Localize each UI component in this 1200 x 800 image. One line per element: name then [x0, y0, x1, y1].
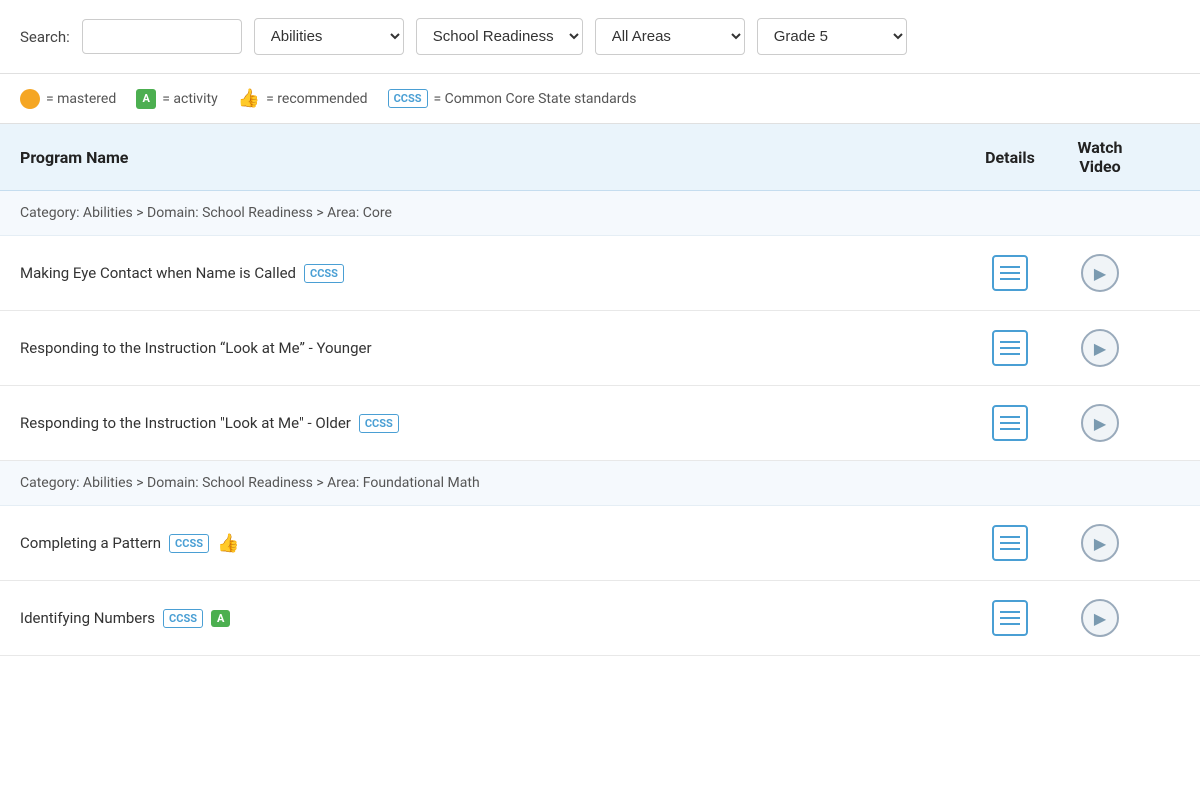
filter-school-readiness[interactable]: School Readiness — [416, 18, 583, 55]
category-row: Category: Abilities > Domain: School Rea… — [0, 191, 1200, 236]
search-label: Search: — [20, 28, 70, 46]
filter-all-areas[interactable]: All Areas — [595, 18, 745, 55]
legend-mastered: = mastered — [20, 89, 116, 109]
mastered-label: = mastered — [46, 91, 116, 107]
recommended-label: = recommended — [266, 91, 367, 107]
table-row: Responding to the Instruction "Look at M… — [0, 386, 1200, 461]
program-name-text: Identifying Numbers — [20, 609, 155, 627]
legend: = mastered A = activity 👍 = recommended … — [0, 74, 1200, 124]
ccss-badge: CCSS — [304, 264, 344, 283]
mastered-icon — [20, 89, 40, 109]
search-bar: Search: Abilities School Readiness All A… — [0, 0, 1200, 74]
program-name: Identifying Numbers CCSS A — [20, 609, 970, 628]
legend-ccss: CCSS = Common Core State standards — [388, 89, 637, 108]
program-name: Responding to the Instruction "Look at M… — [20, 414, 970, 433]
column-program-name: Program Name — [20, 148, 970, 167]
details-icon — [992, 255, 1028, 291]
ccss-badge: CCSS — [359, 414, 399, 433]
ccss-legend-badge: CCSS — [388, 89, 428, 108]
details-button[interactable] — [970, 405, 1050, 441]
details-button[interactable] — [970, 330, 1050, 366]
details-button[interactable] — [970, 255, 1050, 291]
details-icon — [992, 600, 1028, 636]
legend-activity: A = activity — [136, 89, 217, 109]
play-icon: ▶ — [1081, 254, 1119, 292]
legend-recommended: 👍 = recommended — [238, 88, 368, 109]
play-video-button[interactable]: ▶ — [1050, 329, 1150, 367]
activity-label: = activity — [162, 91, 217, 107]
table-body: Category: Abilities > Domain: School Rea… — [0, 191, 1200, 656]
play-video-button[interactable]: ▶ — [1050, 599, 1150, 637]
filter-grade[interactable]: Grade 5 — [757, 18, 907, 55]
play-video-button[interactable]: ▶ — [1050, 254, 1150, 292]
program-name: Responding to the Instruction “Look at M… — [20, 339, 970, 357]
activity-badge: A — [211, 610, 230, 627]
play-icon: ▶ — [1081, 524, 1119, 562]
ccss-full-label: = Common Core State standards — [434, 91, 637, 107]
play-icon: ▶ — [1081, 599, 1119, 637]
column-watch-video: WatchVideo — [1050, 138, 1150, 176]
activity-icon: A — [136, 89, 156, 109]
details-button[interactable] — [970, 600, 1050, 636]
play-icon: ▶ — [1081, 329, 1119, 367]
program-name-text: Completing a Pattern — [20, 534, 161, 552]
ccss-badge: CCSS — [163, 609, 203, 628]
table-row: Identifying Numbers CCSS A ▶ — [0, 581, 1200, 656]
recommended-icon: 👍 — [238, 88, 260, 109]
table-row: Making Eye Contact when Name is Called CC… — [0, 236, 1200, 311]
program-name-text: Responding to the Instruction “Look at M… — [20, 339, 372, 357]
search-input[interactable] — [82, 19, 242, 54]
category-row: Category: Abilities > Domain: School Rea… — [0, 461, 1200, 506]
details-icon — [992, 405, 1028, 441]
program-name-text: Making Eye Contact when Name is Called — [20, 264, 296, 282]
table-row: Responding to the Instruction “Look at M… — [0, 311, 1200, 386]
details-icon — [992, 330, 1028, 366]
details-button[interactable] — [970, 525, 1050, 561]
play-video-button[interactable]: ▶ — [1050, 404, 1150, 442]
filter-abilities[interactable]: Abilities — [254, 18, 404, 55]
play-icon: ▶ — [1081, 404, 1119, 442]
table-row: Completing a Pattern CCSS 👍 ▶ — [0, 506, 1200, 581]
ccss-badge: CCSS — [169, 534, 209, 553]
play-video-button[interactable]: ▶ — [1050, 524, 1150, 562]
program-name: Completing a Pattern CCSS 👍 — [20, 533, 970, 554]
details-icon — [992, 525, 1028, 561]
column-details: Details — [970, 148, 1050, 167]
program-name: Making Eye Contact when Name is Called CC… — [20, 264, 970, 283]
table-header: Program Name Details WatchVideo — [0, 124, 1200, 191]
recommended-icon: 👍 — [217, 533, 239, 554]
program-name-text: Responding to the Instruction "Look at M… — [20, 414, 351, 432]
